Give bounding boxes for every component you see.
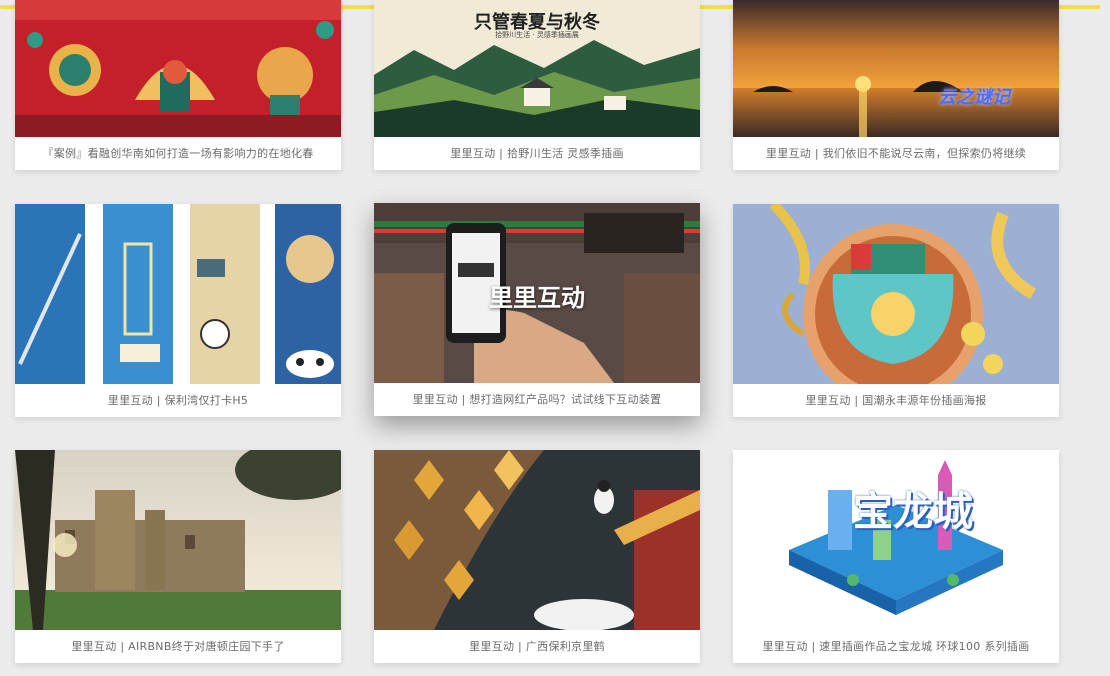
case-card-2[interactable]: 只管春夏与秋冬 拾野川生活 · 灵感季插画展 里里互动 | 拾野川生活 灵感季插… <box>374 0 700 170</box>
case-grid: 『案例』看融创华南如何打造一场有影响力的在地化春 只管春夏与秋冬 拾野川生活 ·… <box>0 0 1110 676</box>
city-isometric-illustration <box>733 450 1059 630</box>
case-card-image <box>374 450 700 630</box>
case-caption: 『案例』看融创华南如何打造一场有影响力的在地化春 <box>42 147 314 160</box>
case-card-image: 里里互动 <box>374 203 700 383</box>
castle-photo <box>15 450 341 630</box>
overlay-brand-text: 里里互动 <box>489 284 585 312</box>
case-card-8[interactable]: 里里互动 | 广西保利京里鹤 <box>374 450 700 663</box>
case-card-9[interactable]: 宝龙城 里里互动 | 速里插画作品之宝龙城 环球100 系列插画 <box>733 450 1059 663</box>
bridge-h5-illustration <box>15 204 341 384</box>
case-caption: 里里互动 | 国潮永丰源年份插画海报 <box>805 394 987 407</box>
red-festival-illustration <box>15 0 341 137</box>
case-card-6[interactable]: 里里互动 | 国潮永丰源年份插画海报 <box>733 204 1059 417</box>
case-card-7[interactable]: 里里互动 | AIRBNB终于对唐顿庄园下手了 <box>15 450 341 663</box>
case-card-image: 云之谜记 <box>733 0 1059 137</box>
case-caption: 里里互动 | 保利湾仅打卡H5 <box>107 394 249 407</box>
case-caption: 里里互动 | 广西保利京里鹤 <box>469 640 605 653</box>
case-caption: 里里互动 | 速里插画作品之宝龙城 环球100 系列插画 <box>762 640 1030 653</box>
poster-subtitle: 拾野川生活 · 灵感季插画展 <box>495 31 579 39</box>
art-title-text: 宝龙城 <box>853 489 973 535</box>
autumn-crane-illustration <box>374 450 700 630</box>
case-card-image: 宝龙城 <box>733 450 1059 630</box>
sunset-lake-photo <box>733 0 1059 137</box>
case-caption: 里里互动 | AIRBNB终于对唐顿庄园下手了 <box>71 640 285 653</box>
case-caption: 里里互动 | 想打造网红产品吗？试试线下互动装置 <box>412 393 662 406</box>
case-card-image <box>15 0 341 137</box>
case-card-image: 只管春夏与秋冬 拾野川生活 · 灵感季插画展 <box>374 0 700 137</box>
case-card-image <box>733 204 1059 384</box>
case-card-4[interactable]: 里里互动 | 保利湾仅打卡H5 <box>15 204 341 417</box>
yunnan-stamp-text: 云之谜记 <box>938 87 1010 108</box>
case-card-3[interactable]: 云之谜记 里里互动 | 我们依旧不能说尽云南，但探索仍将继续 <box>733 0 1059 170</box>
case-card-image <box>15 204 341 384</box>
case-card-image <box>15 450 341 630</box>
case-card-1[interactable]: 『案例』看融创华南如何打造一场有影响力的在地化春 <box>15 0 341 170</box>
case-caption: 里里互动 | 拾野川生活 灵感季插画 <box>450 147 624 160</box>
porcelain-vase-illustration <box>733 204 1059 384</box>
case-caption: 里里互动 | 我们依旧不能说尽云南，但探索仍将继续 <box>765 147 1027 160</box>
case-card-5[interactable]: 里里互动 里里互动 | 想打造网红产品吗？试试线下互动装置 <box>374 203 700 416</box>
